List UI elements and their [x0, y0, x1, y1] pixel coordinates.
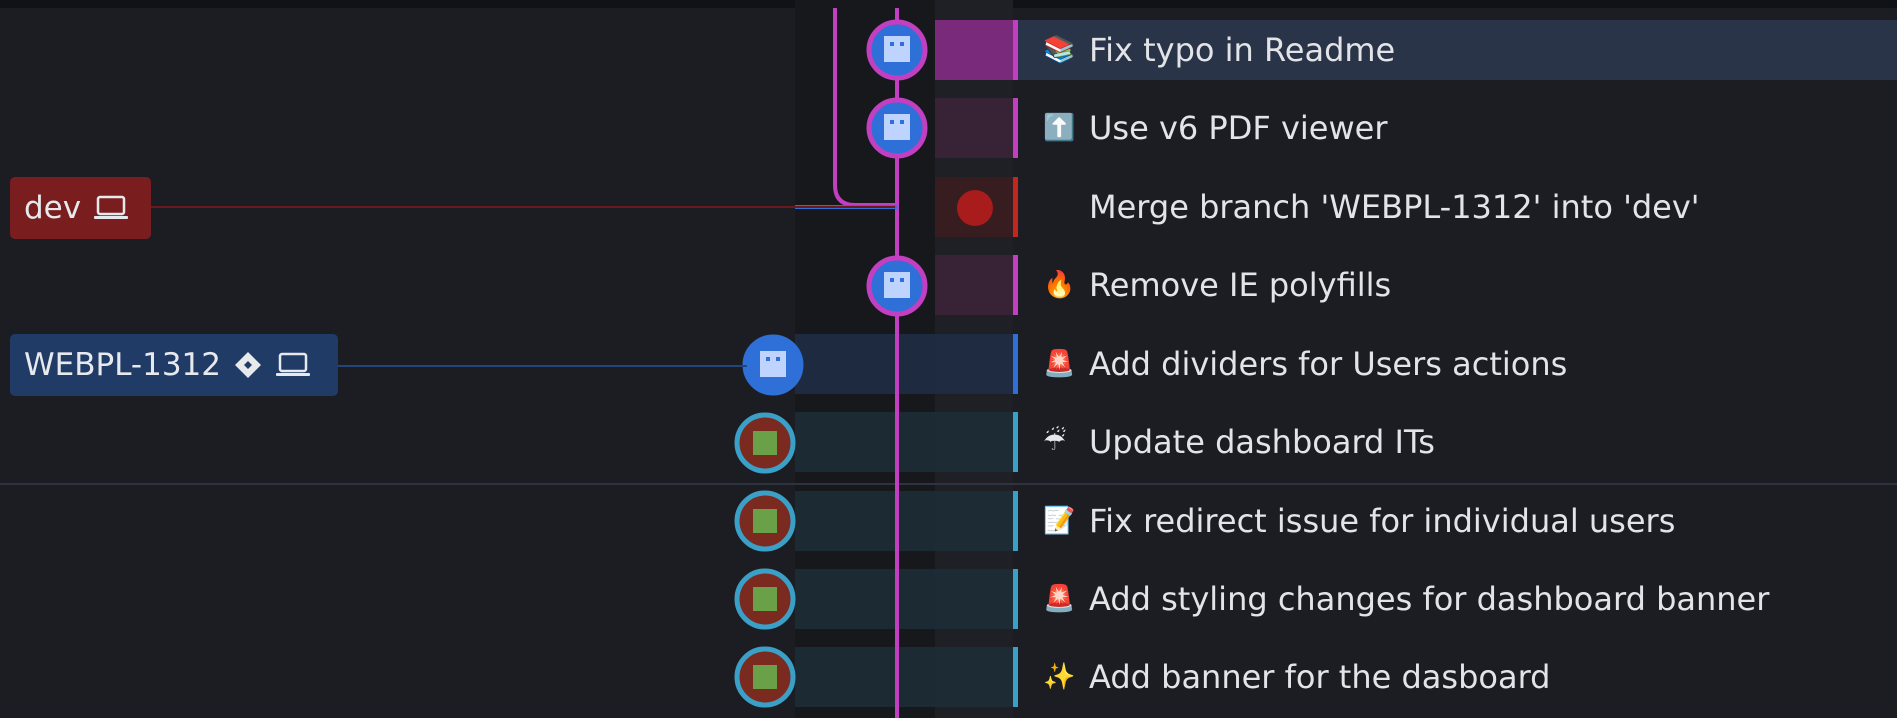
dev-branch-connector	[150, 206, 895, 208]
avatar[interactable]	[734, 646, 796, 708]
commit-row[interactable]: 🚨 Add dividers for Users actions	[1010, 334, 1897, 394]
commit-emoji-icon: 🔥	[1043, 270, 1076, 300]
commit-message: Add dividers for Users actions	[1089, 345, 1568, 383]
commit-emoji-icon: ☔	[1043, 427, 1067, 457]
commit-emoji-icon: 📚	[1043, 35, 1076, 65]
commit-row[interactable]: 🚨 Add styling changes for dashboard banne…	[1010, 569, 1897, 629]
laptop-icon	[275, 351, 311, 379]
commit-row[interactable]: 📚 Fix typo in Readme	[1010, 20, 1897, 80]
commit-row[interactable]: Merge branch 'WEBPL-1312' into 'dev'	[1010, 177, 1897, 237]
laptop-icon	[93, 194, 129, 222]
commit-row[interactable]: 🔥 Remove IE polyfills	[1010, 255, 1897, 315]
commit-message: Fix redirect issue for individual users	[1089, 502, 1676, 540]
avatar[interactable]	[734, 490, 796, 552]
commit-emoji-icon: ⬆️	[1043, 113, 1076, 143]
commit-message: Fix typo in Readme	[1089, 31, 1396, 69]
avatar[interactable]	[866, 255, 928, 317]
avatar[interactable]	[866, 19, 928, 81]
branch-name: WEBPL-1312	[24, 347, 222, 383]
webpl-branch-connector	[337, 365, 747, 367]
commit-emoji-icon: 🚨	[1043, 349, 1076, 379]
branch-label-webpl-1312[interactable]: WEBPL-1312	[10, 334, 338, 396]
commit-message: Add styling changes for dashboard banner	[1089, 580, 1770, 618]
commit-emoji-icon: 📝	[1043, 506, 1076, 536]
commit-message: Merge branch 'WEBPL-1312' into 'dev'	[1089, 188, 1700, 226]
diamond-icon	[233, 350, 263, 380]
branch-name: dev	[24, 190, 82, 226]
avatar[interactable]	[734, 412, 796, 474]
commit-emoji-icon: ✨	[1043, 662, 1076, 692]
commit-message: Use v6 PDF viewer	[1089, 109, 1388, 147]
avatar[interactable]	[742, 334, 804, 396]
merge-commit-dot	[957, 190, 993, 226]
commit-message: Remove IE polyfills	[1089, 266, 1392, 304]
commit-row[interactable]: ⬆️ Use v6 PDF viewer	[1010, 98, 1897, 158]
commit-message: Add banner for the dasboard	[1089, 658, 1551, 696]
commit-emoji-icon: 🚨	[1043, 584, 1076, 614]
avatar[interactable]	[866, 97, 928, 159]
commit-message: Update dashboard ITs	[1089, 423, 1435, 461]
avatar[interactable]	[734, 568, 796, 630]
commit-row[interactable]: ✨ Add banner for the dasboard	[1010, 647, 1897, 707]
commit-row[interactable]: 📝 Fix redirect issue for individual users	[1010, 491, 1897, 551]
commit-row[interactable]: ☔ Update dashboard ITs	[1010, 412, 1897, 472]
branch-label-dev[interactable]: dev	[10, 177, 151, 239]
